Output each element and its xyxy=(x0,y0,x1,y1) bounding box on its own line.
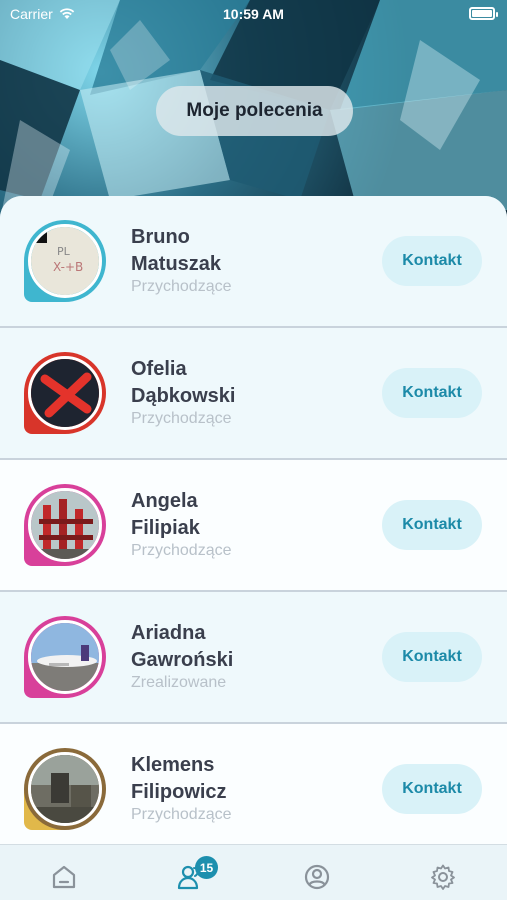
contact-name: Angela Filipiak xyxy=(131,488,301,542)
referral-status: Przychodzące xyxy=(131,410,232,427)
contact-last-name: Filipiak xyxy=(131,517,200,539)
contact-button[interactable]: Kontakt xyxy=(382,236,482,286)
avatar-photo: PL X-+B xyxy=(28,224,102,298)
avatar xyxy=(24,484,106,566)
contact-name: Ariadna Gawroński xyxy=(131,620,301,674)
referral-status: Przychodzące xyxy=(131,806,232,823)
contact-first-name: Klemens xyxy=(131,754,215,776)
referral-status: Przychodzące xyxy=(131,542,232,559)
contact-first-name: Ofelia xyxy=(131,358,187,380)
contact-button[interactable]: Kontakt xyxy=(382,764,482,814)
contact-first-name: Angela xyxy=(131,490,198,512)
list-item[interactable]: Ariadna Gawroński Zrealizowane Kontakt xyxy=(0,592,507,724)
contact-last-name: Matuszak xyxy=(131,253,222,275)
contact-button[interactable]: Kontakt xyxy=(382,368,482,418)
referral-status: Przychodzące xyxy=(131,278,232,295)
status-bar: Carrier 10:59 AM xyxy=(0,0,507,30)
contact-name: Ofelia Dąbkowski xyxy=(131,356,301,410)
contact-first-name: Bruno xyxy=(131,226,190,248)
contact-button[interactable]: Kontakt xyxy=(382,500,482,550)
svg-text:PL: PL xyxy=(57,245,71,258)
avatar-photo xyxy=(28,488,102,562)
contact-name: Klemens Filipowicz xyxy=(131,752,301,806)
list-item[interactable]: Ofelia Dąbkowski Przychodzące Kontakt xyxy=(0,328,507,460)
home-icon[interactable] xyxy=(50,863,78,891)
settings-icon[interactable] xyxy=(429,863,457,891)
clock: 10:59 AM xyxy=(223,6,284,22)
notification-badge: 15 xyxy=(195,856,218,879)
profile-icon[interactable] xyxy=(303,863,331,891)
referral-status: Zrealizowane xyxy=(131,674,227,691)
avatar-photo xyxy=(28,356,102,430)
avatar xyxy=(24,352,106,434)
svg-text:X-+B: X-+B xyxy=(53,260,83,274)
contact-name: Bruno Matuszak xyxy=(131,224,301,278)
list-item[interactable]: Klemens Filipowicz Przychodzące Kontakt xyxy=(0,724,507,844)
contact-first-name: Ariadna xyxy=(131,622,206,644)
list-item[interactable]: Angela Filipiak Przychodzące Kontakt xyxy=(0,460,507,592)
avatar: PL X-+B xyxy=(24,220,106,302)
contact-last-name: Gawroński xyxy=(131,649,234,671)
avatar-photo xyxy=(28,752,102,826)
avatar xyxy=(24,748,106,830)
contact-button[interactable]: Kontakt xyxy=(382,632,482,682)
page-title: Moje polecenia xyxy=(156,86,353,136)
battery-icon xyxy=(469,7,498,20)
tab-bar xyxy=(0,844,507,900)
referrals-list: PL X-+B Bruno Matuszak Przychodzące Kont… xyxy=(0,196,507,844)
contact-last-name: Dąbkowski xyxy=(131,385,236,407)
avatar xyxy=(24,616,106,698)
list-item[interactable]: PL X-+B Bruno Matuszak Przychodzące Kont… xyxy=(0,196,507,328)
contact-last-name: Filipowicz xyxy=(131,781,227,803)
avatar-photo xyxy=(28,620,102,694)
